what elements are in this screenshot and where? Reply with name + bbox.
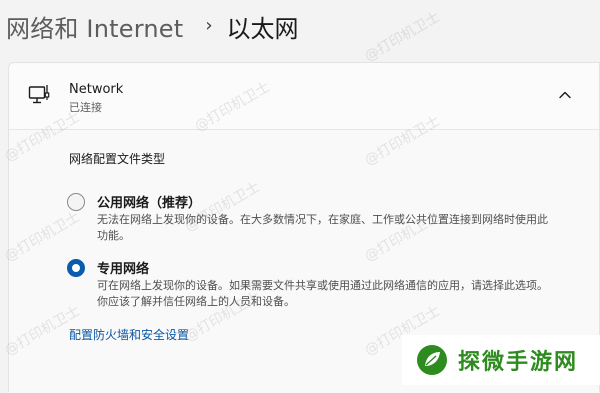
public-network-radio[interactable] (67, 193, 85, 211)
network-name: Network (69, 82, 124, 97)
brand-name: 探微手游网 (458, 350, 579, 375)
profile-type-label: 网络配置文件类型 (69, 152, 166, 166)
brand-logo: 探微手游网 (402, 335, 600, 385)
private-network-description: 可在网络上发现你的设备。如果需要文件共享或使用通过此网络通信的应用，请选择此选项… (97, 279, 548, 308)
public-network-title: 公用网络（推荐） (97, 196, 202, 211)
network-card-header[interactable]: Network 已连接 (9, 63, 599, 130)
network-status: 已连接 (69, 101, 102, 114)
breadcrumb: 网络和 Internet › 以太网 (6, 4, 299, 48)
breadcrumb-separator: › (205, 14, 213, 36)
ethernet-monitor-icon (28, 85, 50, 104)
watermark: @打印机卫士 (362, 8, 443, 65)
chevron-up-icon[interactable] (557, 87, 573, 103)
private-network-title: 专用网络 (97, 262, 150, 277)
public-network-description: 无法在网络上发现你的设备。在大多数情况下，在家庭、工作或公共位置连接到网络时使用… (97, 213, 548, 242)
private-network-radio[interactable] (67, 259, 85, 277)
leaf-logo-icon (417, 345, 447, 375)
firewall-settings-link[interactable]: 配置防火墙和安全设置 (69, 326, 189, 343)
page-title: 以太网 (226, 14, 299, 43)
breadcrumb-parent[interactable]: 网络和 Internet (6, 9, 183, 44)
